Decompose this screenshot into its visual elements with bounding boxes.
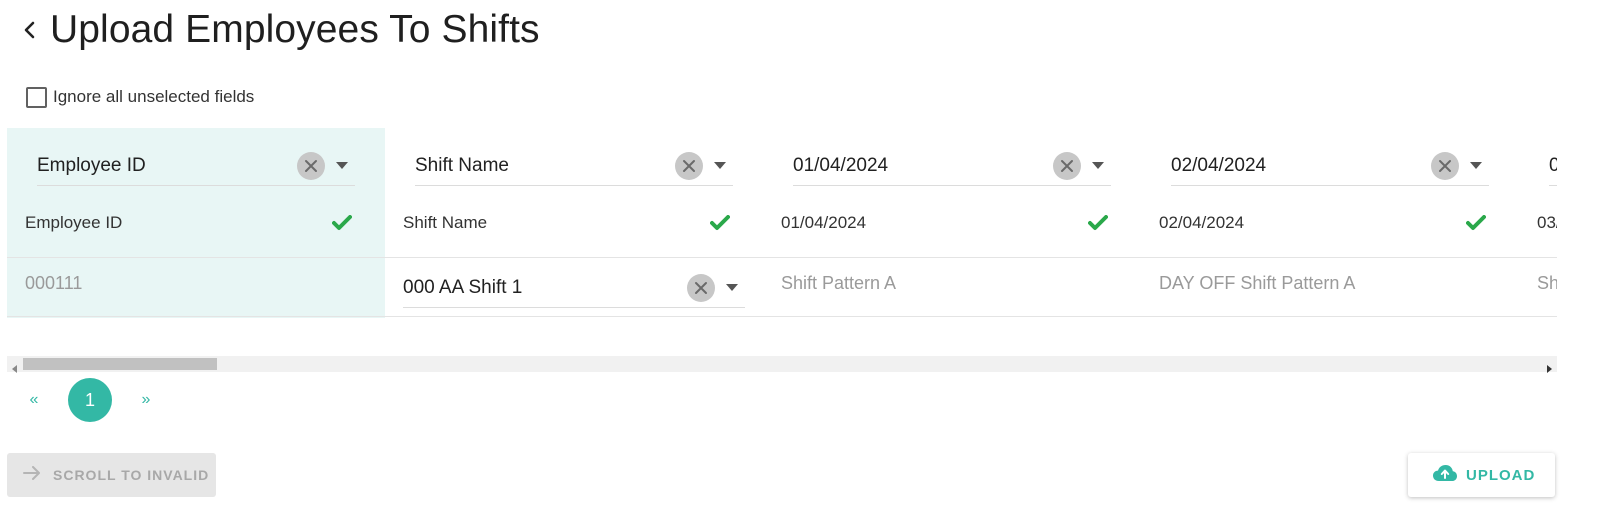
scrollbar-thumb[interactable] <box>23 358 217 370</box>
column-mapping-value: 01/04/2024 <box>793 154 889 176</box>
page-title: Upload Employees To Shifts <box>50 8 540 51</box>
mapping-column: 01/04/2024 01/04/2024 Shift Pattern A <box>763 128 1141 318</box>
column-header: 02/04/2024 <box>1159 208 1487 238</box>
close-icon[interactable] <box>675 151 703 180</box>
check-icon <box>1087 212 1109 234</box>
caret-down-icon[interactable] <box>713 159 727 173</box>
column-header-text: 03/04/2024 <box>1537 213 1557 232</box>
mapping-column: Shift Name Shift Name 000 AA Shift 1 <box>385 128 763 318</box>
column-header-text: 02/04/2024 <box>1159 213 1245 232</box>
check-icon <box>1465 212 1487 234</box>
column-header: Employee ID <box>25 208 353 238</box>
row-divider <box>7 257 1557 258</box>
column-mapping-value: 03/04/2024 <box>1549 154 1557 176</box>
close-icon[interactable] <box>297 151 325 180</box>
ignore-unselected-label: Ignore all unselected fields <box>53 87 255 106</box>
data-cell: Shift Pattern A <box>781 273 897 293</box>
ignore-unselected-checkbox[interactable] <box>26 86 47 108</box>
data-cell: DAY OFF Shift Pattern A <box>1159 273 1356 293</box>
mapping-column: 03/04/2024 03/04/2024 Shift Pattern A <box>1519 128 1557 318</box>
mapping-grid: Employee ID Employee ID 000111 Shift Nam… <box>7 128 1557 318</box>
column-mapping-select[interactable]: 03/04/2024 <box>1549 146 1557 186</box>
caret-down-icon[interactable] <box>1091 159 1105 173</box>
scroll-left-arrow-icon[interactable] <box>11 360 19 373</box>
column-mapping-value: Shift Name <box>415 154 509 176</box>
back-chevron-icon[interactable] <box>18 18 42 42</box>
caret-down-icon[interactable] <box>725 281 739 295</box>
column-header-text: 01/04/2024 <box>781 213 867 232</box>
data-cell: Shift Pattern A <box>1537 273 1557 293</box>
shift-name-select[interactable]: 000 AA Shift 1 <box>403 268 745 308</box>
pagination: « 1 » <box>22 378 158 422</box>
check-icon <box>709 212 731 234</box>
column-header-text: Shift Name <box>403 213 488 232</box>
column-mapping-value: 02/04/2024 <box>1171 154 1267 176</box>
cloud-upload-icon <box>1432 463 1458 488</box>
column-header: 03/04/2024 <box>1537 208 1557 238</box>
column-mapping-select[interactable]: Shift Name <box>415 146 733 186</box>
check-icon <box>331 212 353 234</box>
prev-page-button[interactable]: « <box>22 391 46 409</box>
column-header: Shift Name <box>403 208 731 238</box>
caret-down-icon[interactable] <box>335 159 349 173</box>
column-mapping-select[interactable]: 01/04/2024 <box>793 146 1111 186</box>
shift-name-value: 000 AA Shift 1 <box>403 276 523 298</box>
data-cell: 000111 <box>25 273 83 293</box>
horizontal-scrollbar[interactable] <box>7 356 1557 373</box>
column-header: 01/04/2024 <box>781 208 1109 238</box>
next-page-button[interactable]: » <box>134 391 158 409</box>
mapping-column: 02/04/2024 02/04/2024 DAY OFF Shift Patt… <box>1141 128 1519 318</box>
scroll-right-arrow-icon[interactable] <box>1545 360 1553 373</box>
column-mapping-select[interactable]: Employee ID <box>37 146 355 186</box>
scroll-to-invalid-label: SCROLL TO INVALID <box>53 467 210 483</box>
close-icon[interactable] <box>1053 151 1081 180</box>
upload-label: UPLOAD <box>1466 466 1536 484</box>
page-1-button[interactable]: 1 <box>68 378 112 422</box>
close-icon[interactable] <box>1431 151 1459 180</box>
arrow-right-icon <box>23 465 41 485</box>
ignore-unselected-option[interactable]: Ignore all unselected fields <box>26 85 254 109</box>
page-header: Upload Employees To Shifts <box>18 8 540 52</box>
column-mapping-value: Employee ID <box>37 154 146 176</box>
scroll-to-invalid-button[interactable]: SCROLL TO INVALID <box>7 453 216 497</box>
caret-down-icon[interactable] <box>1469 159 1483 173</box>
column-mapping-select[interactable]: 02/04/2024 <box>1171 146 1489 186</box>
close-icon[interactable] <box>687 273 715 302</box>
mapping-column: Employee ID Employee ID 000111 <box>7 128 385 318</box>
column-header-text: Employee ID <box>25 213 123 232</box>
upload-button[interactable]: UPLOAD <box>1408 453 1555 497</box>
row-divider <box>7 316 1557 317</box>
